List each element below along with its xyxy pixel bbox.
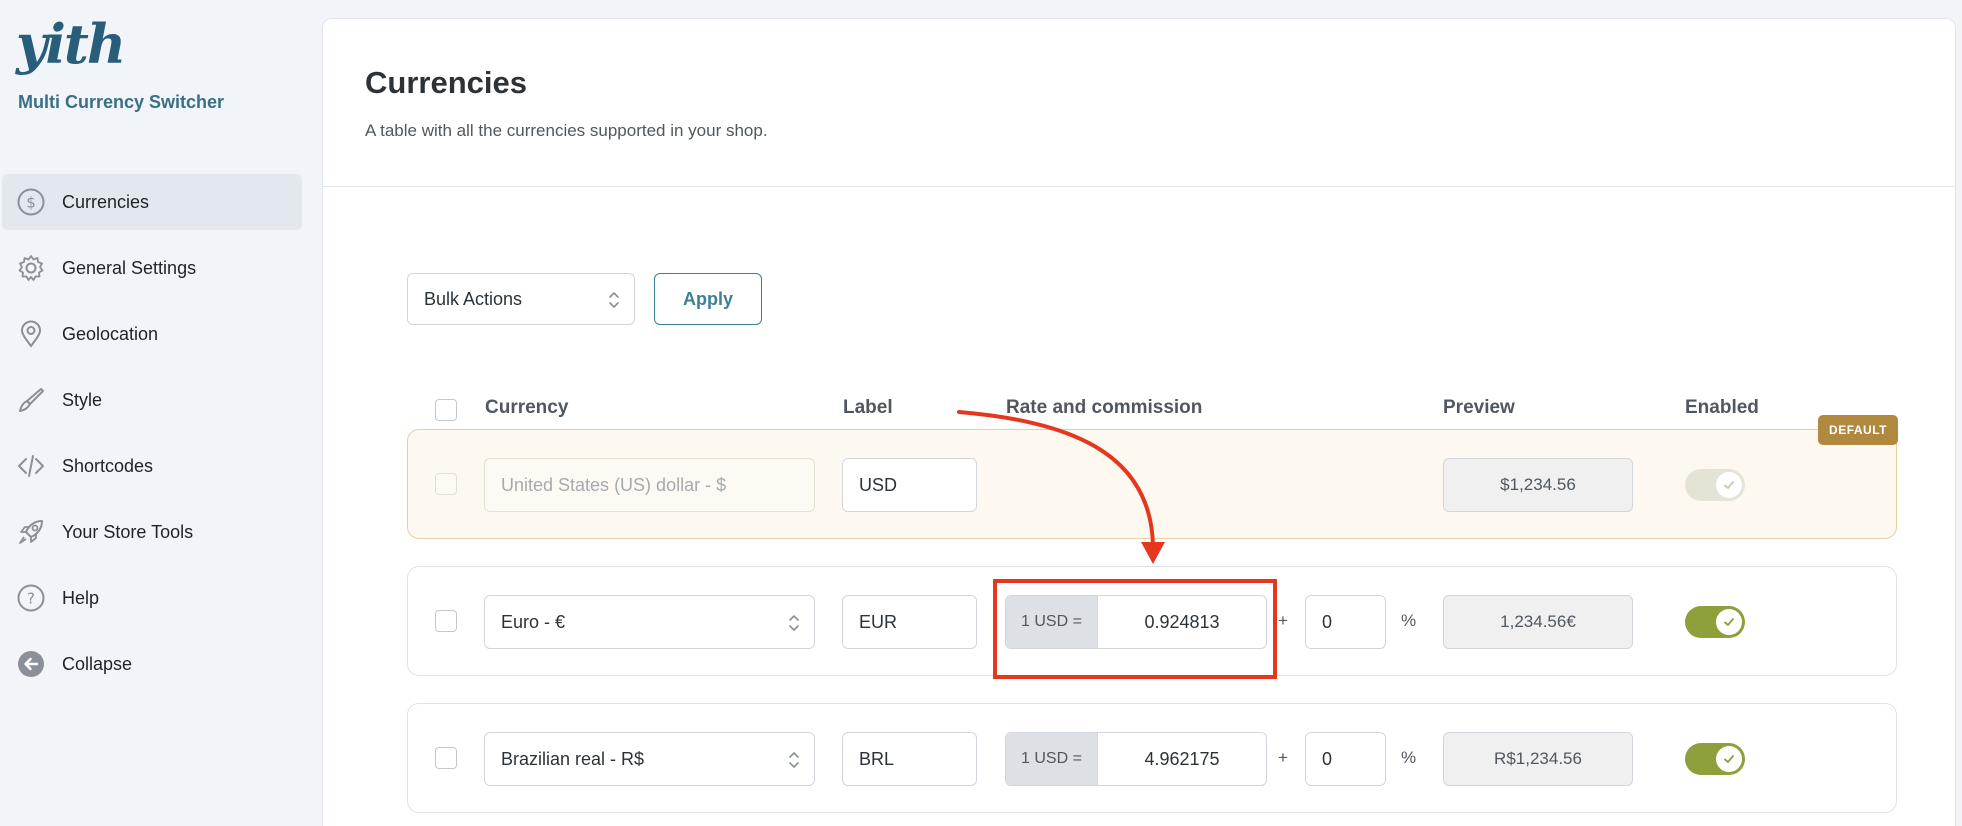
row-checkbox[interactable] [435, 610, 457, 632]
commission-value: 0 [1322, 748, 1333, 769]
preview-value: R$1,234.56 [1443, 732, 1633, 786]
yith-logo: yith [16, 14, 126, 84]
question-circle-icon: ? [14, 581, 48, 615]
svg-text:$: $ [26, 194, 36, 212]
check-icon [1716, 472, 1742, 498]
logo-text: yith [16, 12, 126, 76]
enabled-toggle [1685, 469, 1745, 501]
currency-value: United States (US) dollar - $ [501, 474, 727, 495]
commission-input[interactable]: 0 [1305, 595, 1386, 649]
plugin-name: Multi Currency Switcher [18, 92, 225, 112]
column-header-enabled: Enabled [1685, 397, 1759, 418]
table-row: Euro - € EUR 1 USD = 0.924813 + 0 % 1,23… [407, 566, 1897, 676]
page-title: Currencies [365, 65, 527, 100]
currency-value: Euro - € [501, 611, 566, 632]
select-all-checkbox[interactable] [435, 399, 457, 421]
table-row: Brazilian real - R$ BRL 1 USD = 4.962175… [407, 703, 1897, 813]
sidebar-item-label: Currencies [62, 191, 150, 212]
svg-text:?: ? [27, 590, 35, 608]
sidebar-item-shortcodes[interactable]: Shortcodes [2, 438, 302, 494]
percent-sign: % [1401, 611, 1417, 630]
commission-input[interactable]: 0 [1305, 732, 1386, 786]
header-divider [323, 186, 1955, 187]
chevron-up-down-icon [789, 752, 799, 768]
bulk-actions-select[interactable]: Bulk Actions [407, 273, 635, 325]
label-input[interactable]: USD [842, 458, 977, 512]
percent-sign: % [1401, 748, 1417, 767]
rate-input-group: 1 USD = 4.962175 [1005, 732, 1267, 786]
apply-button[interactable]: Apply [654, 273, 762, 325]
currency-select[interactable]: Brazilian real - R$ [484, 732, 815, 786]
rate-input[interactable]: 0.924813 [1098, 596, 1266, 648]
sidebar-item-general-settings[interactable]: General Settings [2, 240, 302, 296]
label-value: BRL [859, 748, 895, 769]
main-panel: Currencies A table with all the currenci… [322, 18, 1956, 826]
sidebar-item-label: Your Store Tools [62, 521, 194, 542]
sidebar-item-label: Style [62, 389, 103, 410]
sidebar-item-help[interactable]: ? Help [2, 570, 302, 626]
column-header-preview: Preview [1443, 397, 1515, 418]
preview-value: 1,234.56€ [1443, 595, 1633, 649]
currency-value: Brazilian real - R$ [501, 748, 645, 769]
bulk-actions-value: Bulk Actions [424, 288, 523, 309]
label-input[interactable]: BRL [842, 732, 977, 786]
gear-icon [14, 251, 48, 285]
plus-sign: + [1278, 748, 1288, 767]
currency-select: United States (US) dollar - $ [484, 458, 815, 512]
check-icon [1716, 609, 1742, 635]
sidebar-item-label: Geolocation [62, 323, 159, 344]
brush-icon [14, 383, 48, 417]
sidebar-item-collapse[interactable]: Collapse [2, 636, 302, 692]
collapse-arrow-icon [14, 647, 48, 681]
page-subtitle: A table with all the currencies supporte… [365, 121, 768, 140]
chevron-up-down-icon [789, 615, 799, 631]
rate-input-group: 1 USD = 0.924813 [1005, 595, 1267, 649]
column-header-currency: Currency [485, 397, 569, 418]
preview-value: $1,234.56 [1443, 458, 1633, 512]
check-icon [1716, 746, 1742, 772]
enabled-toggle[interactable] [1685, 606, 1745, 638]
plus-sign: + [1278, 611, 1288, 630]
label-value: EUR [859, 611, 898, 632]
sidebar-item-label: Shortcodes [62, 455, 154, 476]
rocket-icon [14, 515, 48, 549]
column-header-rate: Rate and commission [1006, 397, 1203, 418]
code-icon [14, 449, 48, 483]
enabled-toggle[interactable] [1685, 743, 1745, 775]
sidebar-item-currencies[interactable]: $ Currencies [2, 174, 302, 230]
commission-value: 0 [1322, 611, 1333, 632]
sidebar-item-label: Help [62, 587, 100, 608]
sidebar-item-geolocation[interactable]: Geolocation [2, 306, 302, 362]
sidebar: yith Multi Currency Switcher $ Currencie… [0, 0, 318, 826]
row-checkbox [435, 473, 457, 495]
label-value: USD [859, 474, 898, 495]
row-checkbox[interactable] [435, 747, 457, 769]
rate-prefix: 1 USD = [1006, 596, 1098, 648]
column-header-label: Label [843, 397, 893, 418]
default-badge: DEFAULT [1818, 415, 1898, 445]
rate-input[interactable]: 4.962175 [1098, 733, 1266, 785]
sidebar-item-style[interactable]: Style [2, 372, 302, 428]
sidebar-item-label: General Settings [62, 257, 197, 278]
chevron-up-down-icon [609, 292, 619, 308]
sidebar-item-your-store-tools[interactable]: Your Store Tools [2, 504, 302, 560]
table-row: DEFAULT United States (US) dollar - $ US… [407, 415, 1898, 539]
label-input[interactable]: EUR [842, 595, 977, 649]
rate-prefix: 1 USD = [1006, 733, 1098, 785]
currency-select[interactable]: Euro - € [484, 595, 815, 649]
dollar-circle-icon: $ [14, 185, 48, 219]
sidebar-item-label: Collapse [62, 653, 133, 674]
map-pin-icon [14, 317, 48, 351]
sidebar-nav: $ Currencies General Settings Geolocatio… [2, 174, 302, 702]
